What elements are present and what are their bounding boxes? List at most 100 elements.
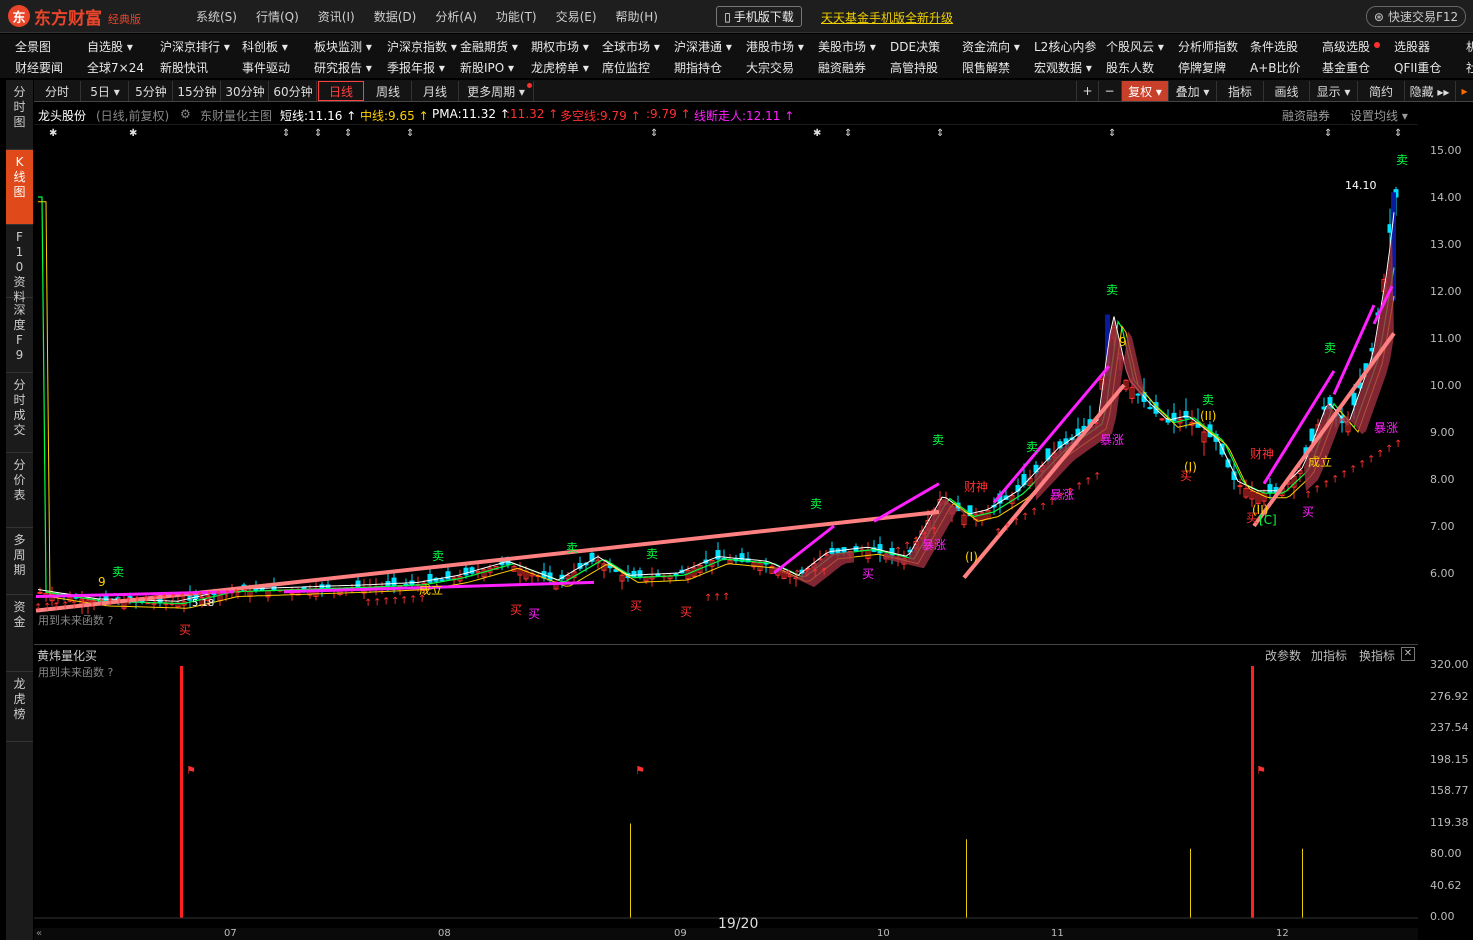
volume-indicator-chart[interactable]: 用到未来函数 ? ⚑ ⚑ ⚑	[34, 662, 1418, 928]
period-tab[interactable]: 15分钟	[174, 81, 221, 101]
menu-item[interactable]: 系统(S)	[196, 8, 237, 25]
period-tab[interactable]: 日线	[318, 81, 364, 101]
toolbar-minus-button[interactable]: −	[1098, 81, 1120, 101]
signal-label: 卖	[1396, 153, 1408, 167]
nav-item[interactable]: 港股市场 ▾	[746, 38, 804, 55]
fund-promo-link[interactable]: 天天基金手机版全新升级	[821, 9, 953, 26]
nav-item[interactable]: 全球市场 ▾	[602, 38, 660, 55]
nav-item[interactable]: DDE决策	[890, 38, 940, 55]
nav-item[interactable]: 事件驱动	[242, 59, 290, 76]
nav-item[interactable]: 个股风云 ▾	[1106, 38, 1164, 55]
toolbar-draw-button[interactable]: 画线	[1263, 81, 1309, 101]
left-tab[interactable]: 分时成交	[6, 373, 33, 453]
left-tab[interactable]: 深度F9	[6, 298, 33, 373]
period-tab[interactable]: 30分钟	[222, 81, 269, 101]
menu-item[interactable]: 功能(T)	[496, 8, 537, 25]
toolbar-indicator-button[interactable]: 指标	[1216, 81, 1263, 101]
signal-label: 卖	[1324, 341, 1336, 355]
nav-item[interactable]: 融资融券	[818, 59, 866, 76]
set-ma-button[interactable]: 设置均线 ▾	[1350, 107, 1408, 124]
period-tab[interactable]: 月线	[412, 81, 459, 101]
star-marker: ✱	[813, 128, 821, 139]
nav-item[interactable]: 板块监测 ▾	[314, 38, 372, 55]
left-tab[interactable]: K线图	[6, 150, 33, 225]
nav-item[interactable]: 社	[1466, 59, 1473, 76]
menu-item[interactable]: 数据(D)	[374, 8, 417, 25]
star-marker: ✱	[49, 128, 57, 139]
nav-item[interactable]: 沪深港通 ▾	[674, 38, 732, 55]
menu-item[interactable]: 行情(Q)	[256, 8, 299, 25]
left-tab[interactable]: 龙虎榜	[6, 672, 33, 742]
toolbar-simple-button[interactable]: 简约	[1357, 81, 1404, 101]
buy-arrow-icon: ↑	[133, 596, 141, 607]
buy-arrow-icon: ↑	[793, 569, 801, 580]
toolbar-hide-button[interactable]: 隐藏 ▸▸	[1404, 81, 1454, 101]
nav-item[interactable]: 高管持股	[890, 59, 938, 76]
nav-item[interactable]: 期指持仓	[674, 59, 722, 76]
toolbar-plus-button[interactable]: +	[1076, 81, 1098, 101]
menu-item[interactable]: 分析(A)	[435, 8, 477, 25]
kline-chart[interactable]: ✱ ✱ ⇕ ⇕ ⇕ ⇕ ⇕ ✱ ⇕ ⇕ ⇕ ⇕ ⇕↑ ↑ ↑ ↑ ↑ ↑ ↑ ↑ ↑ ↑ ↑ ↑ ↑ ↑ ↑ ↑ ↑ ↑ ↑ ↑ ↑ ↑ ↑ ↑↑ ↑ ↑…	[34, 124, 1418, 640]
nav-item[interactable]: 高级选股	[1322, 38, 1370, 55]
nav-item[interactable]: 宏观数据 ▾	[1034, 59, 1092, 76]
left-tab[interactable]: 分时图	[6, 80, 33, 150]
nav-item[interactable]: 大宗交易	[746, 59, 794, 76]
nav-item[interactable]: 沪深京排行 ▾	[160, 38, 230, 55]
nav-item[interactable]: 席位监控	[602, 59, 650, 76]
nav-item[interactable]: 美股市场 ▾	[818, 38, 876, 55]
nav-item[interactable]: 停牌复牌	[1178, 59, 1226, 76]
nav-item[interactable]: 股东人数	[1106, 59, 1154, 76]
nav-item[interactable]: 沪深京指数 ▾	[387, 38, 457, 55]
close-icon[interactable]: ✕	[1401, 647, 1415, 661]
candle-body	[427, 573, 433, 583]
gear-icon[interactable]: ⚙	[180, 107, 191, 121]
nav-item[interactable]: 机	[1466, 38, 1473, 55]
nav-item[interactable]: 全景图	[15, 38, 51, 55]
nav-item[interactable]: 新股快讯	[160, 59, 208, 76]
menu-item[interactable]: 帮助(H)	[616, 8, 658, 25]
nav-item[interactable]: 限售解禁	[962, 59, 1010, 76]
menu-item[interactable]: 资讯(I)	[318, 8, 355, 25]
nav-item[interactable]: QFII重仓	[1394, 59, 1441, 76]
nav-item[interactable]: 选股器	[1394, 38, 1430, 55]
quick-trade-button[interactable]: ⊛ 快速交易F12	[1366, 6, 1466, 27]
indicator-name[interactable]: 东财量化主图	[200, 107, 272, 124]
toolbar-display-button[interactable]: 显示 ▾	[1309, 81, 1357, 101]
period-tab[interactable]: 分时	[34, 81, 81, 101]
nav-item[interactable]: 资金流向 ▾	[962, 38, 1020, 55]
scroll-left-icon[interactable]: «	[36, 928, 42, 939]
toolbar-overlay-button[interactable]: 叠加 ▾	[1168, 81, 1216, 101]
period-tab[interactable]: 5分钟	[130, 81, 173, 101]
period-tab[interactable]: 周线	[365, 81, 412, 101]
period-tab[interactable]: 5日 ▾	[82, 81, 129, 101]
nav-item[interactable]: 全球7×24	[87, 59, 144, 76]
nav-item[interactable]: 季报年报 ▾	[387, 59, 445, 76]
toolbar-fq-button[interactable]: 复权 ▾	[1121, 81, 1168, 101]
nav-item[interactable]: 科创板 ▾	[242, 38, 288, 55]
nav-item[interactable]: 基金重仓	[1322, 59, 1370, 76]
mobile-download-button[interactable]: ▯ 手机版下载	[716, 6, 802, 27]
nav-item[interactable]: 财经要闻	[15, 59, 63, 76]
period-tab[interactable]: 更多周期 ▾	[459, 81, 534, 101]
price-tick: 8.00	[1430, 473, 1455, 486]
scroll-right-icon[interactable]: ▸	[1455, 81, 1473, 101]
nav-item[interactable]: L2核心内参	[1034, 38, 1096, 55]
menu-item[interactable]: 交易(E)	[556, 8, 597, 25]
left-tab[interactable]: F10资料	[6, 225, 33, 304]
stock-name[interactable]: 龙头股份	[38, 107, 86, 124]
nav-item[interactable]: 分析师指数	[1178, 38, 1238, 55]
duokong-value: 多空线:9.79 ↑	[560, 109, 641, 123]
period-tab[interactable]: 60分钟	[270, 81, 317, 101]
left-tab[interactable]: 资金	[6, 595, 33, 672]
left-tab[interactable]: 分价表	[6, 453, 33, 528]
nav-item[interactable]: 研究报告 ▾	[314, 59, 372, 76]
nav-item[interactable]: A+B比价	[1250, 59, 1301, 76]
nav-item[interactable]: 龙虎榜单 ▾	[531, 59, 589, 76]
nav-item[interactable]: 期权市场 ▾	[531, 38, 589, 55]
nav-item[interactable]: 条件选股	[1250, 38, 1298, 55]
nav-item[interactable]: 新股IPO ▾	[460, 59, 514, 76]
nav-item[interactable]: 金融期货 ▾	[460, 38, 518, 55]
nav-item[interactable]: 自选股 ▾	[87, 38, 133, 55]
left-tab[interactable]: 多周期	[6, 528, 33, 595]
margin-button[interactable]: 融资融券	[1282, 107, 1330, 124]
